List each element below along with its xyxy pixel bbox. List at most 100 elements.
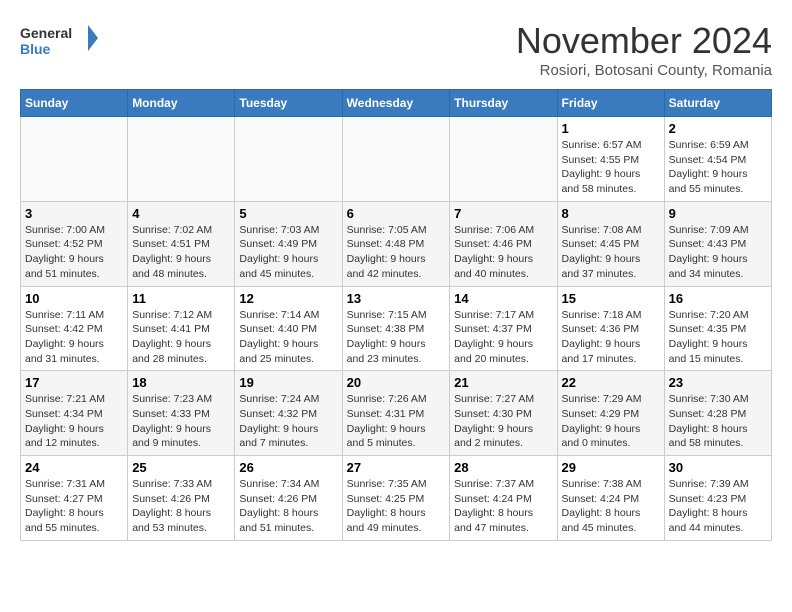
day-info: Sunrise: 7:31 AM Sunset: 4:27 PM Dayligh…	[25, 477, 123, 536]
header-cell-wednesday: Wednesday	[342, 90, 450, 117]
day-number: 15	[562, 291, 660, 306]
day-number: 19	[239, 375, 337, 390]
day-number: 26	[239, 460, 337, 475]
day-info: Sunrise: 7:00 AM Sunset: 4:52 PM Dayligh…	[25, 223, 123, 282]
header-cell-saturday: Saturday	[664, 90, 771, 117]
day-info: Sunrise: 6:57 AM Sunset: 4:55 PM Dayligh…	[562, 138, 660, 197]
day-info: Sunrise: 7:39 AM Sunset: 4:23 PM Dayligh…	[669, 477, 767, 536]
day-cell: 18 Sunrise: 7:23 AM Sunset: 4:33 PM Dayli…	[128, 371, 235, 456]
week-row-1: 1 Sunrise: 6:57 AM Sunset: 4:55 PM Daylig…	[21, 117, 772, 202]
day-number: 8	[562, 206, 660, 221]
day-cell: 22 Sunrise: 7:29 AM Sunset: 4:29 PM Dayli…	[557, 371, 664, 456]
day-info: Sunrise: 7:23 AM Sunset: 4:33 PM Dayligh…	[132, 392, 230, 451]
week-row-5: 24Sunrise: 7:31 AM Sunset: 4:27 PM Dayli…	[21, 456, 772, 541]
day-cell: 8 Sunrise: 7:08 AM Sunset: 4:45 PM Daylig…	[557, 201, 664, 286]
day-cell	[342, 117, 450, 202]
day-info: Sunrise: 7:11 AM Sunset: 4:42 PM Dayligh…	[25, 308, 123, 367]
day-cell: 5 Sunrise: 7:03 AM Sunset: 4:49 PM Daylig…	[235, 201, 342, 286]
svg-text:General: General	[20, 25, 72, 41]
day-number: 20	[347, 375, 446, 390]
day-info: Sunrise: 7:17 AM Sunset: 4:37 PM Dayligh…	[454, 308, 552, 367]
day-cell: 28Sunrise: 7:37 AM Sunset: 4:24 PM Dayli…	[450, 456, 557, 541]
calendar-table: SundayMondayTuesdayWednesdayThursdayFrid…	[20, 89, 772, 541]
month-title: November 2024	[516, 20, 772, 62]
day-cell: 11Sunrise: 7:12 AM Sunset: 4:41 PM Dayli…	[128, 286, 235, 371]
day-info: Sunrise: 7:09 AM Sunset: 4:43 PM Dayligh…	[669, 223, 767, 282]
day-info: Sunrise: 7:38 AM Sunset: 4:24 PM Dayligh…	[562, 477, 660, 536]
day-cell: 13 Sunrise: 7:15 AM Sunset: 4:38 PM Dayli…	[342, 286, 450, 371]
header-cell-friday: Friday	[557, 90, 664, 117]
day-info: Sunrise: 7:08 AM Sunset: 4:45 PM Dayligh…	[562, 223, 660, 282]
day-number: 4	[132, 206, 230, 221]
day-number: 10	[25, 291, 123, 306]
day-cell: 23 Sunrise: 7:30 AM Sunset: 4:28 PM Dayli…	[664, 371, 771, 456]
day-cell: 14 Sunrise: 7:17 AM Sunset: 4:37 PM Dayli…	[450, 286, 557, 371]
day-cell: 3 Sunrise: 7:00 AM Sunset: 4:52 PM Daylig…	[21, 201, 128, 286]
day-cell	[128, 117, 235, 202]
header-row: SundayMondayTuesdayWednesdayThursdayFrid…	[21, 90, 772, 117]
day-number: 9	[669, 206, 767, 221]
day-info: Sunrise: 7:37 AM Sunset: 4:24 PM Dayligh…	[454, 477, 552, 536]
header-cell-thursday: Thursday	[450, 90, 557, 117]
day-cell: 19 Sunrise: 7:24 AM Sunset: 4:32 PM Dayli…	[235, 371, 342, 456]
subtitle: Rosiori, Botosani County, Romania	[516, 62, 772, 79]
day-number: 18	[132, 375, 230, 390]
svg-text:Blue: Blue	[20, 41, 51, 57]
day-cell: 6Sunrise: 7:05 AM Sunset: 4:48 PM Daylig…	[342, 201, 450, 286]
day-cell: 16Sunrise: 7:20 AM Sunset: 4:35 PM Dayli…	[664, 286, 771, 371]
day-cell: 25Sunrise: 7:33 AM Sunset: 4:26 PM Dayli…	[128, 456, 235, 541]
week-row-2: 3 Sunrise: 7:00 AM Sunset: 4:52 PM Daylig…	[21, 201, 772, 286]
day-info: Sunrise: 7:29 AM Sunset: 4:29 PM Dayligh…	[562, 392, 660, 451]
title-section: November 2024 Rosiori, Botosani County, …	[516, 20, 772, 79]
day-number: 3	[25, 206, 123, 221]
day-number: 5	[239, 206, 337, 221]
day-number: 6	[347, 206, 446, 221]
week-row-3: 10 Sunrise: 7:11 AM Sunset: 4:42 PM Dayli…	[21, 286, 772, 371]
day-cell: 20Sunrise: 7:26 AM Sunset: 4:31 PM Dayli…	[342, 371, 450, 456]
day-number: 27	[347, 460, 446, 475]
day-cell: 10 Sunrise: 7:11 AM Sunset: 4:42 PM Dayli…	[21, 286, 128, 371]
day-info: Sunrise: 7:34 AM Sunset: 4:26 PM Dayligh…	[239, 477, 337, 536]
day-number: 22	[562, 375, 660, 390]
day-cell: 30 Sunrise: 7:39 AM Sunset: 4:23 PM Dayli…	[664, 456, 771, 541]
day-cell: 17Sunrise: 7:21 AM Sunset: 4:34 PM Dayli…	[21, 371, 128, 456]
day-number: 12	[239, 291, 337, 306]
day-info: Sunrise: 7:24 AM Sunset: 4:32 PM Dayligh…	[239, 392, 337, 451]
day-number: 1	[562, 121, 660, 136]
day-info: Sunrise: 6:59 AM Sunset: 4:54 PM Dayligh…	[669, 138, 767, 197]
day-info: Sunrise: 7:30 AM Sunset: 4:28 PM Dayligh…	[669, 392, 767, 451]
day-cell: 27Sunrise: 7:35 AM Sunset: 4:25 PM Dayli…	[342, 456, 450, 541]
day-info: Sunrise: 7:18 AM Sunset: 4:36 PM Dayligh…	[562, 308, 660, 367]
header-cell-sunday: Sunday	[21, 90, 128, 117]
logo: General Blue	[20, 20, 100, 65]
day-number: 13	[347, 291, 446, 306]
day-cell: 2 Sunrise: 6:59 AM Sunset: 4:54 PM Daylig…	[664, 117, 771, 202]
day-number: 14	[454, 291, 552, 306]
day-info: Sunrise: 7:27 AM Sunset: 4:30 PM Dayligh…	[454, 392, 552, 451]
day-cell: 1 Sunrise: 6:57 AM Sunset: 4:55 PM Daylig…	[557, 117, 664, 202]
day-cell: 24Sunrise: 7:31 AM Sunset: 4:27 PM Dayli…	[21, 456, 128, 541]
day-number: 29	[562, 460, 660, 475]
day-cell: 26 Sunrise: 7:34 AM Sunset: 4:26 PM Dayli…	[235, 456, 342, 541]
day-cell: 21 Sunrise: 7:27 AM Sunset: 4:30 PM Dayli…	[450, 371, 557, 456]
day-cell	[235, 117, 342, 202]
day-info: Sunrise: 7:14 AM Sunset: 4:40 PM Dayligh…	[239, 308, 337, 367]
day-info: Sunrise: 7:03 AM Sunset: 4:49 PM Dayligh…	[239, 223, 337, 282]
header-cell-tuesday: Tuesday	[235, 90, 342, 117]
day-info: Sunrise: 7:15 AM Sunset: 4:38 PM Dayligh…	[347, 308, 446, 367]
day-info: Sunrise: 7:06 AM Sunset: 4:46 PM Dayligh…	[454, 223, 552, 282]
day-info: Sunrise: 7:12 AM Sunset: 4:41 PM Dayligh…	[132, 308, 230, 367]
day-cell	[21, 117, 128, 202]
day-number: 7	[454, 206, 552, 221]
day-cell: 12 Sunrise: 7:14 AM Sunset: 4:40 PM Dayli…	[235, 286, 342, 371]
day-cell: 15 Sunrise: 7:18 AM Sunset: 4:36 PM Dayli…	[557, 286, 664, 371]
day-number: 2	[669, 121, 767, 136]
day-info: Sunrise: 7:02 AM Sunset: 4:51 PM Dayligh…	[132, 223, 230, 282]
day-cell	[450, 117, 557, 202]
header-cell-monday: Monday	[128, 90, 235, 117]
day-number: 21	[454, 375, 552, 390]
day-info: Sunrise: 7:33 AM Sunset: 4:26 PM Dayligh…	[132, 477, 230, 536]
day-cell: 7 Sunrise: 7:06 AM Sunset: 4:46 PM Daylig…	[450, 201, 557, 286]
day-number: 23	[669, 375, 767, 390]
day-number: 30	[669, 460, 767, 475]
